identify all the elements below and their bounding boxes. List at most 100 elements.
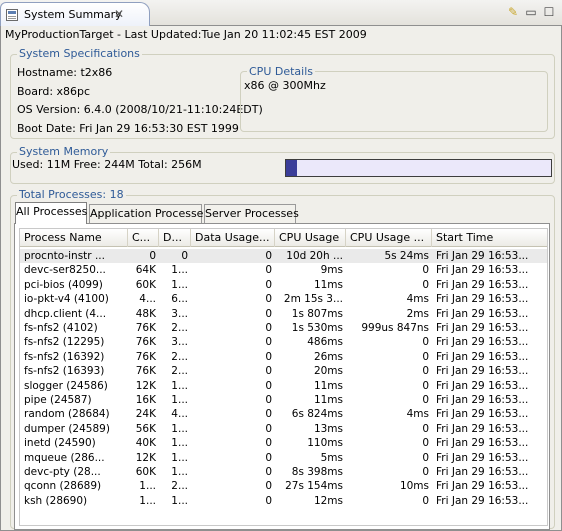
table-cell-start-time: Fri Jan 29 16:53... — [436, 264, 529, 277]
table-cell-cpu-usage: 11ms — [313, 278, 343, 291]
table-cell-d: 1... — [171, 379, 188, 392]
view-tab-bar: System Summary ✕ ✎ ▭ ☐ — [0, 0, 562, 26]
table-cell-process-name: procnto-instr ... — [24, 250, 105, 262]
table-cell-data-usage: 0 — [265, 293, 272, 306]
table-cell-c: 64K — [135, 264, 156, 277]
table-cell-data-usage: 0 — [265, 451, 272, 464]
table-cell-d: 1... — [171, 437, 188, 450]
table-cell-process-name: dhcp.client (4... — [24, 307, 107, 320]
table-cell-cpu-usage-2: 0 — [422, 466, 429, 478]
table-cell-cpu-usage: 110ms — [307, 437, 343, 450]
table-cell-c: 12K — [135, 379, 156, 392]
table-cell-c: 0 — [149, 250, 156, 262]
table-cell-cpu-usage-2: 4ms — [406, 293, 429, 306]
table-row[interactable]: pipe (24587) 16K 1... 0 11ms 0 Fri Jan 29 16:5… — [20, 393, 547, 407]
tab-all-processes[interactable]: All Processes — [15, 202, 87, 224]
table-row[interactable]: inetd (24590) 40K 1... 0 110ms 0 Fri Jan 29 16… — [20, 436, 547, 450]
table-cell-process-name: slogger (24586) — [24, 379, 108, 392]
column-header-d[interactable]: D... — [159, 229, 191, 247]
table-cell-data-usage: 0 — [265, 336, 272, 349]
table-cell-process-name: pci-bios (4099) — [24, 278, 103, 291]
table-cell-start-time: Fri Jan 29 16:53... — [436, 379, 529, 392]
tab-application-processes[interactable]: Application Processes — [89, 204, 209, 223]
memory-usage-fill — [286, 160, 297, 176]
table-cell-cpu-usage: 1s 530ms — [291, 322, 343, 334]
table-cell-cpu-usage-2: 4ms — [406, 408, 429, 421]
column-header-cpu-usage[interactable]: CPU Usage — [275, 229, 346, 247]
table-cell-start-time: Fri Jan 29 16:53... — [436, 322, 529, 334]
table-cell-data-usage: 0 — [265, 307, 272, 320]
table-cell-d: 1... — [171, 451, 188, 464]
table-row[interactable]: slogger (24586) 12K 1... 0 11ms 0 Fri Jan 29 1… — [20, 379, 547, 393]
boot-date-field: Boot Date: Fri Jan 29 16:53:30 EST 1999 — [17, 122, 239, 135]
table-row[interactable]: procnto-instr ... 0 0 0 10d 20h ... 5s 24ms Fr… — [20, 249, 547, 264]
process-table-header: Process Name C... D... Data Usage... CPU Usa… — [20, 229, 547, 247]
system-summary-panel: MyProductionTarget - Last Updated:Tue Ja… — [0, 26, 562, 531]
table-cell-c: 1... — [139, 494, 156, 507]
table-row[interactable]: fs-nfs2 (4102) 76K 2... 0 1s 530ms 999us 847n… — [20, 321, 547, 335]
table-cell-data-usage: 0 — [265, 408, 272, 421]
target-status: MyProductionTarget - Last Updated:Tue Ja… — [5, 28, 367, 41]
table-row[interactable]: io-pkt-v4 (4100) 4... 6... 0 2m 15s 3... 4ms F… — [20, 292, 547, 306]
tab-server-processes[interactable]: Server Processes — [204, 204, 299, 223]
table-cell-data-usage: 0 — [265, 350, 272, 363]
clear-icon[interactable]: ✎ — [505, 4, 521, 20]
table-cell-start-time: Fri Jan 29 16:53... — [436, 466, 529, 478]
tab-system-summary[interactable]: System Summary ✕ — [0, 2, 150, 26]
column-header-cpu-usage-2[interactable]: CPU Usage ... — [346, 229, 432, 247]
table-cell-data-usage: 0 — [265, 422, 272, 435]
table-row[interactable]: ksh (28690) 1... 1... 0 12ms 0 Fri Jan 29 16:5… — [20, 494, 547, 508]
table-cell-start-time: Fri Jan 29 16:53... — [436, 293, 529, 306]
table-cell-d: 2... — [171, 322, 188, 334]
table-row[interactable]: fs-nfs2 (16393) 76K 2... 0 20ms 0 Fri Jan 29 1… — [20, 364, 547, 378]
table-row[interactable]: devc-ser8250... 64K 1... 0 9ms 0 Fri Jan 29 16… — [20, 263, 547, 277]
table-row[interactable]: devc-pty (28... 60K 1... 0 8s 398ms 0 Fri Jan … — [20, 465, 547, 479]
table-cell-cpu-usage-2: 999us 847ns — [361, 322, 429, 334]
close-icon[interactable]: ✕ — [114, 7, 124, 21]
process-table[interactable]: Process Name C... D... Data Usage... CPU Usa… — [19, 228, 548, 526]
table-cell-process-name: fs-nfs2 (12295) — [24, 336, 105, 349]
table-cell-cpu-usage: 6s 824ms — [291, 408, 343, 421]
table-cell-c: 16K — [135, 394, 156, 406]
table-row[interactable]: fs-nfs2 (16392) 76K 2... 0 26ms 0 Fri Jan 29 1… — [20, 350, 547, 364]
table-cell-start-time: Fri Jan 29 16:53... — [436, 307, 529, 320]
minimize-icon[interactable]: ▭ — [523, 4, 539, 20]
maximize-icon[interactable]: ☐ — [541, 4, 557, 20]
table-cell-data-usage: 0 — [265, 480, 272, 493]
table-cell-c: 60K — [135, 466, 156, 478]
table-cell-data-usage: 0 — [265, 379, 272, 392]
column-header-process-name[interactable]: Process Name — [20, 229, 128, 247]
table-cell-process-name: devc-pty (28... — [24, 466, 101, 478]
column-header-data-usage[interactable]: Data Usage... — [191, 229, 275, 247]
table-row[interactable]: dumper (24589) 56K 1... 0 13ms 0 Fri Jan 29 16… — [20, 422, 547, 436]
table-row[interactable]: dhcp.client (4... 48K 3... 0 1s 807ms 2ms Fri … — [20, 307, 547, 321]
table-row[interactable]: qconn (28689) 1... 2... 0 27s 154ms 10ms Fri J… — [20, 479, 547, 493]
table-cell-c: 60K — [135, 278, 156, 291]
table-cell-cpu-usage-2: 0 — [422, 264, 429, 277]
table-cell-c: 76K — [135, 365, 156, 378]
table-cell-cpu-usage: 26ms — [313, 350, 343, 363]
table-cell-d: 1... — [171, 264, 188, 277]
table-cell-cpu-usage: 27s 154ms — [285, 480, 343, 493]
table-row[interactable]: pci-bios (4099) 60K 1... 0 11ms 0 Fri Jan 29 1… — [20, 278, 547, 292]
table-cell-cpu-usage-2: 0 — [422, 365, 429, 378]
table-row[interactable]: random (28684) 24K 4... 0 6s 824ms 4ms Fri Jan… — [20, 407, 547, 421]
table-cell-c: 76K — [135, 322, 156, 334]
table-cell-start-time: Fri Jan 29 16:53... — [436, 480, 529, 493]
table-cell-start-time: Fri Jan 29 16:53... — [436, 494, 529, 507]
table-cell-d: 1... — [171, 394, 188, 406]
column-header-start-time[interactable]: Start Time — [432, 229, 547, 247]
table-cell-cpu-usage: 2m 15s 3... — [283, 293, 343, 306]
table-row[interactable]: fs-nfs2 (12295) 76K 3... 0 486ms 0 Fri Jan 29 … — [20, 335, 547, 349]
table-cell-start-time: Fri Jan 29 16:53... — [436, 451, 529, 464]
table-cell-start-time: Fri Jan 29 16:53... — [436, 394, 529, 406]
table-cell-start-time: Fri Jan 29 16:53... — [436, 336, 529, 349]
process-table-pane: Process Name C... D... Data Usage... CPU Usa… — [14, 223, 550, 530]
table-cell-data-usage: 0 — [265, 466, 272, 478]
column-header-c[interactable]: C... — [128, 229, 159, 247]
table-cell-data-usage: 0 — [265, 365, 272, 378]
table-cell-cpu-usage: 9ms — [320, 264, 343, 277]
table-cell-start-time: Fri Jan 29 16:53... — [436, 422, 529, 435]
table-row[interactable]: mqueue (286... 12K 1... 0 5ms 0 Fri Jan 29 16:… — [20, 451, 547, 465]
board-field: Board: x86pc — [17, 85, 91, 98]
